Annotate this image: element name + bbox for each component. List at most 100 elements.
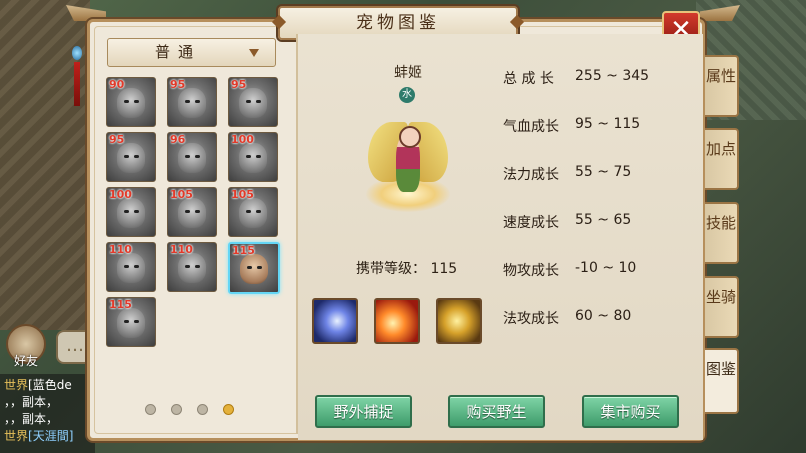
page-dot[interactable]: [171, 404, 182, 415]
pet-detail-area: 蚌姬 水 携带等级： 115 总 成 长 255 ~ 345 气血成长 95 ~ 1…: [298, 34, 703, 440]
pet-slot[interactable]: 95: [167, 77, 217, 127]
page-dot[interactable]: [197, 404, 208, 415]
chat-window[interactable]: 世界[蓝色de ，，副本， ，，副本， 世界[天涯間]: [0, 374, 95, 453]
pet-eye: [195, 155, 200, 158]
pet-portrait-icon: [239, 88, 267, 118]
stat-speed-growth: 速度成长 55 ~ 65: [503, 212, 632, 231]
pet-level: 95: [231, 78, 247, 91]
rarity-filter-dropdown[interactable]: 普通: [107, 38, 276, 67]
skill-icon-1[interactable]: [312, 298, 358, 344]
pet-eye: [134, 100, 139, 103]
pet-level: 105: [231, 188, 254, 201]
pet-slot-selected[interactable]: 115: [228, 242, 280, 294]
window-title: 宠物图鉴: [356, 13, 440, 33]
carry-level-value: 115: [430, 261, 458, 277]
pet-slot[interactable]: 105: [228, 187, 278, 237]
wild-capture-button[interactable]: 野外捕捉: [315, 395, 412, 428]
pet-slot[interactable]: 110: [167, 242, 217, 292]
stat-physical-attack-growth: 物攻成长 -10 ~ 10: [503, 260, 637, 279]
pet-eye: [256, 155, 261, 158]
water-element-badge: 水: [399, 87, 415, 103]
pet-level: 100: [109, 188, 132, 201]
tab-label: 属性: [705, 67, 736, 85]
pet-eye: [246, 155, 251, 158]
pet-slot[interactable]: 100: [106, 187, 156, 237]
pet-eye: [246, 210, 251, 213]
market-buy-button[interactable]: 集市购买: [582, 395, 679, 428]
pet-eye: [185, 100, 190, 103]
tassel-ornament: [70, 30, 84, 110]
pet-eye: [124, 100, 129, 103]
pet-slot[interactable]: 110: [106, 242, 156, 292]
pet-level: 90: [109, 78, 125, 91]
pet-slot[interactable]: 95: [228, 77, 278, 127]
pet-level: 96: [170, 133, 186, 146]
pet-slot[interactable]: 100: [228, 132, 278, 182]
skill-icon-3[interactable]: [436, 298, 482, 344]
pet-eye: [185, 155, 190, 158]
pet-eye: [134, 320, 139, 323]
pet-model-preview: [360, 112, 456, 216]
chat-line: ，，副本，: [4, 412, 59, 426]
pet-slot[interactable]: 115: [106, 297, 156, 347]
red-tassel-icon: [74, 62, 80, 106]
pet-portrait-icon: [117, 88, 145, 118]
pet-slot[interactable]: 96: [167, 132, 217, 182]
tab-label: 技能: [705, 214, 736, 232]
pet-eye: [124, 210, 129, 213]
buy-wild-button[interactable]: 购买野生: [448, 395, 545, 428]
pet-eye: [134, 265, 139, 268]
pet-eye: [134, 155, 139, 158]
pet-eye: [195, 265, 200, 268]
tab-mount[interactable]: 坐骑: [705, 276, 739, 338]
pet-eye: [195, 210, 200, 213]
tab-skills[interactable]: 技能: [705, 202, 739, 264]
pet-eye: [185, 210, 190, 213]
tab-label: 加点: [705, 140, 736, 158]
pet-eye: [185, 265, 190, 268]
friend-button[interactable]: 好友: [0, 322, 52, 370]
pet-level: 115: [109, 298, 132, 311]
chat-line: ，，副本，: [4, 395, 59, 409]
tab-label: 图鉴: [705, 360, 736, 378]
page-dot[interactable]: [145, 404, 156, 415]
tab-codex[interactable]: 图鉴: [705, 348, 739, 414]
pet-level: 115: [232, 244, 255, 257]
pet-eye: [134, 210, 139, 213]
filter-value: 普通: [154, 43, 201, 61]
pet-eye: [256, 210, 261, 213]
pet-eye: [124, 265, 129, 268]
stat-hp-growth: 气血成长 95 ~ 115: [503, 116, 641, 135]
tab-label: 坐骑: [705, 288, 736, 306]
tab-allocate-points[interactable]: 加点: [705, 128, 739, 190]
pet-portrait-icon: [178, 143, 206, 173]
stat-total-growth: 总 成 长 255 ~ 345: [503, 68, 650, 87]
pet-slot[interactable]: 95: [106, 132, 156, 182]
stat-magic-attack-growth: 法攻成长 60 ~ 80: [503, 308, 632, 327]
pet-eye: [257, 266, 262, 269]
skill-icon-2[interactable]: [374, 298, 420, 344]
pet-level: 105: [170, 188, 193, 201]
pet-eye: [256, 100, 261, 103]
pet-eye: [195, 100, 200, 103]
pet-portrait-icon: [239, 198, 267, 228]
pet-slot[interactable]: 90: [106, 77, 156, 127]
pet-portrait-icon: [178, 88, 206, 118]
chat-line: 世界[天涯間]: [4, 429, 74, 443]
pet-level: 110: [109, 243, 132, 256]
pet-portrait-icon: [117, 143, 145, 173]
pet-eye: [246, 100, 251, 103]
chat-line: 世界[蓝色de: [4, 378, 72, 392]
pet-slot[interactable]: 105: [167, 187, 217, 237]
page-dot-active[interactable]: [223, 404, 234, 415]
pet-portrait-icon: [117, 308, 145, 338]
tab-attributes[interactable]: 属性: [705, 55, 739, 117]
pet-head: [399, 126, 421, 148]
pet-eye: [247, 266, 252, 269]
pet-portrait-icon: [117, 253, 145, 283]
carry-level-label: 携带等级：: [356, 261, 426, 277]
pet-level: 95: [170, 78, 186, 91]
dropdown-arrow-icon: [249, 49, 259, 57]
pet-portrait-icon: [178, 198, 206, 228]
pet-portrait-icon: [240, 254, 268, 284]
